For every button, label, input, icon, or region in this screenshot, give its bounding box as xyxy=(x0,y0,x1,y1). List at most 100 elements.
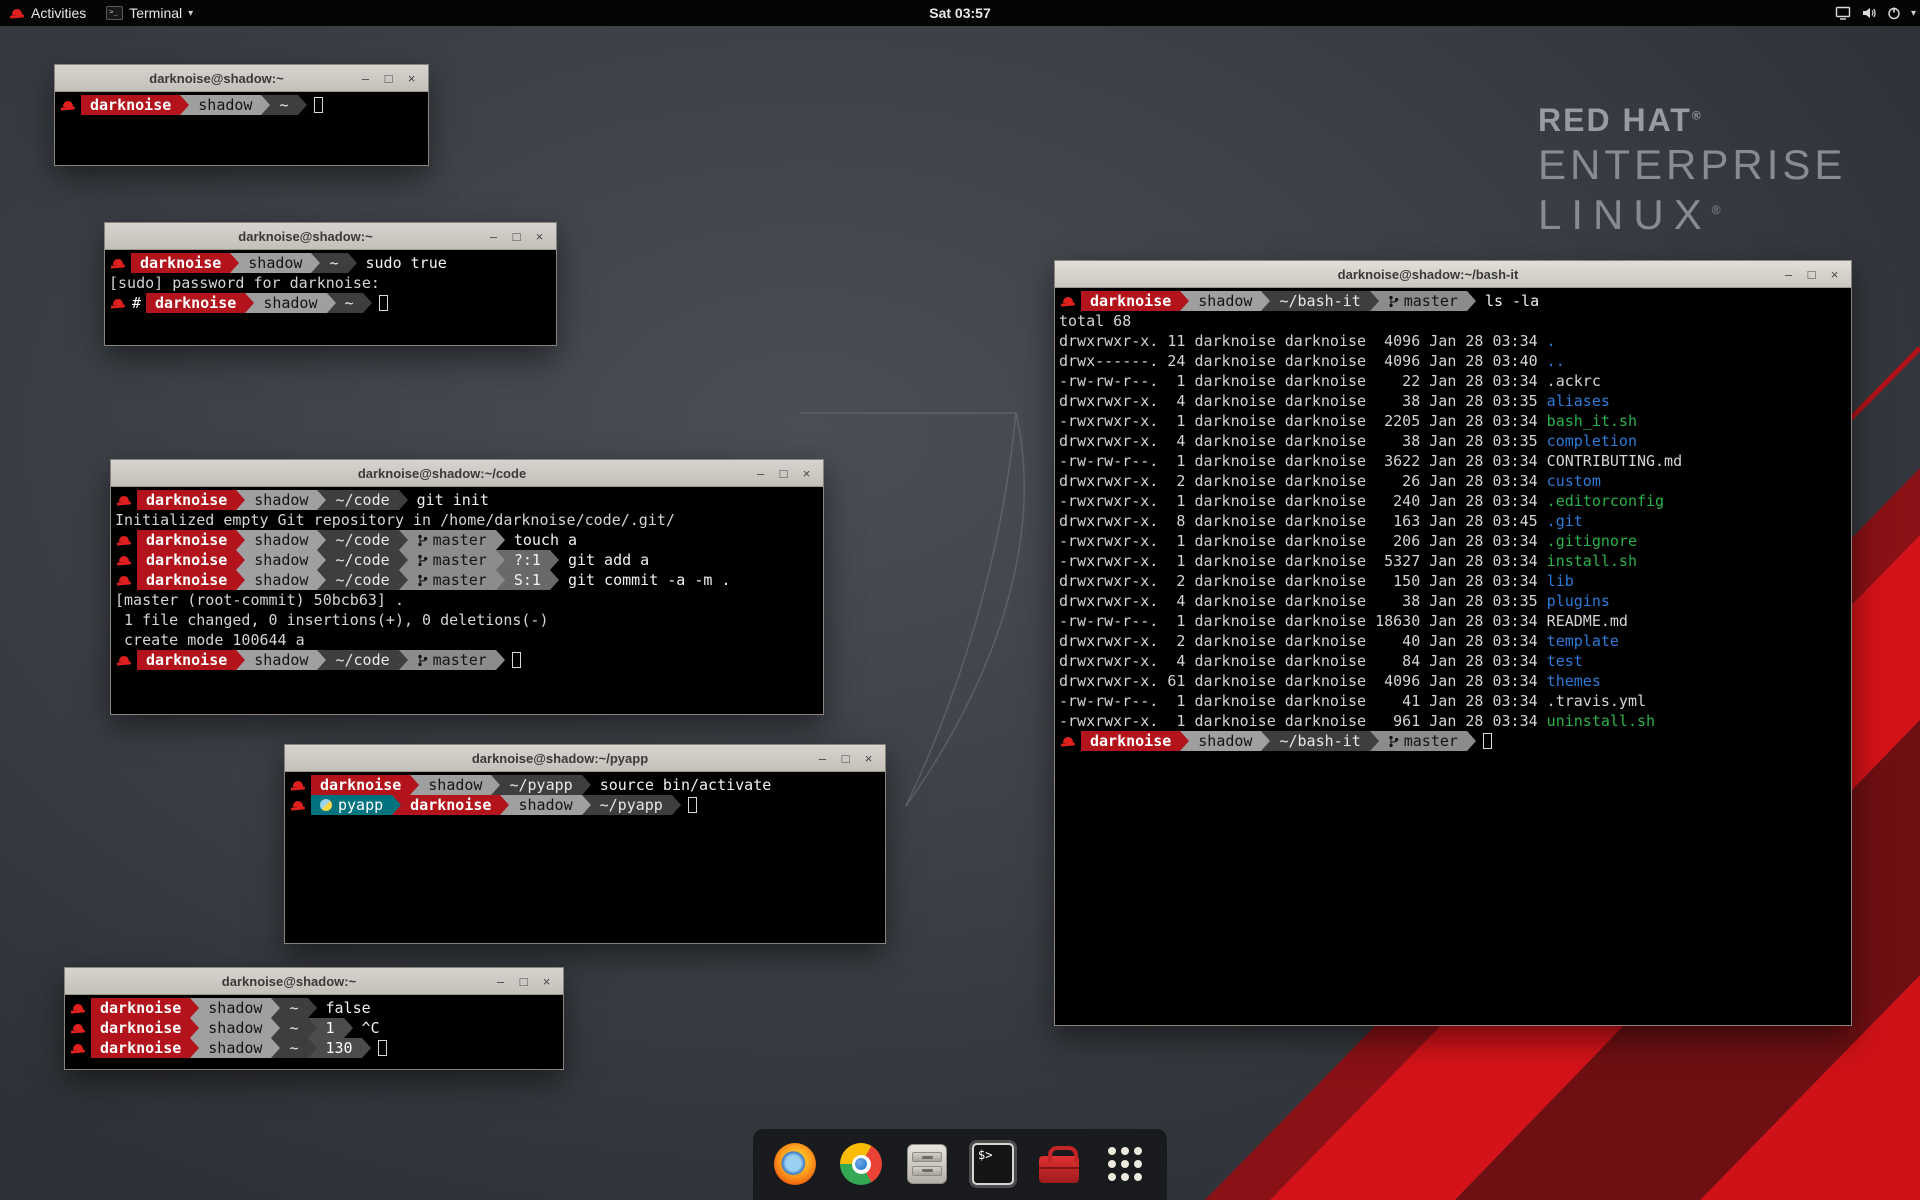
volume-icon xyxy=(1861,6,1877,20)
minimize-button[interactable]: – xyxy=(354,65,377,92)
prompt-segment-host: shadow xyxy=(199,1018,271,1038)
redhat-icon xyxy=(71,1022,86,1035)
prompt-segment-gitst: ?:1 xyxy=(505,550,550,570)
prompt-line: darknoiseshadow~/codemaster?:1git add a xyxy=(115,550,819,570)
window-titlebar[interactable]: darknoise@shadow:~–□× xyxy=(105,223,556,250)
powerline-separator xyxy=(672,795,681,815)
powerline-separator xyxy=(344,1018,353,1038)
system-status-area[interactable]: ▾ xyxy=(1825,0,1920,26)
close-button[interactable]: × xyxy=(535,968,558,995)
dock-item-firefox[interactable] xyxy=(771,1140,819,1188)
terminal-window: darknoise@shadow:~–□×darknoiseshadow~sud… xyxy=(104,222,557,346)
window-titlebar[interactable]: darknoise@shadow:~/pyapp–□× xyxy=(285,745,885,772)
powerline-separator xyxy=(308,1018,317,1038)
app-menu[interactable]: >_ Terminal ▾ xyxy=(96,0,203,26)
minimize-button[interactable]: – xyxy=(811,745,834,772)
prompt-segment-user: darknoise xyxy=(146,293,245,313)
prompt-segment-user: darknoise xyxy=(91,1018,190,1038)
prompt-segment-host: shadow xyxy=(245,490,317,510)
powerline-separator xyxy=(410,775,419,795)
redhat-icon xyxy=(71,1042,86,1055)
close-button[interactable]: × xyxy=(795,460,818,487)
terminal-window: darknoise@shadow:~/code–□×darknoiseshado… xyxy=(110,459,824,715)
terminal-content[interactable]: darknoiseshadow~/pyappsource bin/activat… xyxy=(285,772,885,943)
terminal-cursor xyxy=(378,1040,387,1056)
git-branch-icon xyxy=(1388,735,1399,748)
powerline-separator xyxy=(190,1038,199,1058)
window-titlebar[interactable]: darknoise@shadow:~–□× xyxy=(65,968,563,995)
powerline-separator xyxy=(399,570,408,590)
maximize-button[interactable]: □ xyxy=(377,65,400,92)
prompt-segment-path: ~ xyxy=(336,293,363,313)
terminal-content[interactable]: darknoiseshadow~/codegit initInitialized… xyxy=(111,487,823,714)
maximize-button[interactable]: □ xyxy=(505,223,528,250)
window-titlebar[interactable]: darknoise@shadow:~–□× xyxy=(55,65,428,92)
dock-item-toolbox[interactable] xyxy=(1035,1140,1083,1188)
powerline-separator xyxy=(399,650,408,670)
powerline-separator xyxy=(230,253,239,273)
dock-item-terminal[interactable]: $> xyxy=(969,1140,1017,1188)
dock-item-files[interactable] xyxy=(903,1140,951,1188)
output-line: drwxrwxr-x. 61 darknoise darknoise 4096 … xyxy=(1059,671,1847,691)
minimize-button[interactable]: – xyxy=(749,460,772,487)
output-line: -rw-rw-r--. 1 darknoise darknoise 3622 J… xyxy=(1059,451,1847,471)
minimize-button[interactable]: – xyxy=(1777,261,1800,288)
dock-item-chrome[interactable] xyxy=(837,1140,885,1188)
powerline-separator xyxy=(550,570,559,590)
redhat-icon xyxy=(117,554,132,567)
close-button[interactable]: × xyxy=(400,65,423,92)
powerline-separator xyxy=(236,530,245,550)
redhat-icon xyxy=(117,654,132,667)
terminal-content[interactable]: darknoiseshadow~sudo true[sudo] password… xyxy=(105,250,556,345)
window-titlebar[interactable]: darknoise@shadow:~/code–□× xyxy=(111,460,823,487)
prompt-segment-host: shadow xyxy=(509,795,581,815)
powerline-separator xyxy=(496,550,505,570)
output-line: drwxrwxr-x. 2 darknoise darknoise 40 Jan… xyxy=(1059,631,1847,651)
window-titlebar[interactable]: darknoise@shadow:~/bash-it–□× xyxy=(1055,261,1851,288)
output-line: create mode 100644 a xyxy=(115,630,819,650)
powerline-separator xyxy=(236,490,245,510)
maximize-button[interactable]: □ xyxy=(834,745,857,772)
powerline-separator xyxy=(317,530,326,550)
powerline-separator xyxy=(496,570,505,590)
prompt-segment-path: ~ xyxy=(320,253,347,273)
minimize-button[interactable]: – xyxy=(489,968,512,995)
maximize-button[interactable]: □ xyxy=(772,460,795,487)
powerline-separator xyxy=(236,650,245,670)
window-controls: –□× xyxy=(489,968,563,995)
command-text: git init xyxy=(408,490,489,510)
brand-line-2: ENTERPRISE xyxy=(1538,141,1846,189)
git-branch-icon xyxy=(417,554,428,567)
powerline-separator xyxy=(1370,731,1379,751)
minimize-button[interactable]: – xyxy=(482,223,505,250)
maximize-button[interactable]: □ xyxy=(512,968,535,995)
prompt-segment-git: master xyxy=(1379,291,1467,311)
close-button[interactable]: × xyxy=(857,745,880,772)
maximize-button[interactable]: □ xyxy=(1800,261,1823,288)
terminal-content[interactable]: darknoiseshadow~falsedarknoiseshadow~1^C… xyxy=(65,995,563,1069)
close-button[interactable]: × xyxy=(528,223,551,250)
command-text: sudo true xyxy=(357,253,447,273)
prompt-segment-user: darknoise xyxy=(91,1038,190,1058)
prompt-segment-git: master xyxy=(1379,731,1467,751)
close-button[interactable]: × xyxy=(1823,261,1846,288)
prompt-segment-host: shadow xyxy=(245,570,317,590)
prompt-segment-path: ~/code xyxy=(326,570,398,590)
chevron-down-icon: ▾ xyxy=(1911,8,1916,19)
window-title: darknoise@shadow:~ xyxy=(85,71,348,86)
powerline-separator xyxy=(236,570,245,590)
dock-item-app-grid[interactable] xyxy=(1101,1140,1149,1188)
prompt-segment-gitst: S:1 xyxy=(505,570,550,590)
terminal-content[interactable]: darknoiseshadow~/bash-itmasterls -latota… xyxy=(1055,288,1851,1025)
prompt-segment-path: ~ xyxy=(280,998,307,1018)
terminal-content[interactable]: darknoiseshadow~ xyxy=(55,92,428,165)
clock[interactable]: Sat 03:57 xyxy=(919,0,1000,26)
chevron-down-icon: ▾ xyxy=(188,8,193,19)
command-text: git add a xyxy=(559,550,649,570)
prompt-line: darknoiseshadow~sudo true xyxy=(109,253,552,273)
git-branch-icon xyxy=(417,534,428,547)
powerline-separator xyxy=(298,95,307,115)
prompt-segment-path: ~/bash-it xyxy=(1270,291,1369,311)
activities-button[interactable]: Activities xyxy=(0,0,96,26)
output-line: -rw-rw-r--. 1 darknoise darknoise 41 Jan… xyxy=(1059,691,1847,711)
